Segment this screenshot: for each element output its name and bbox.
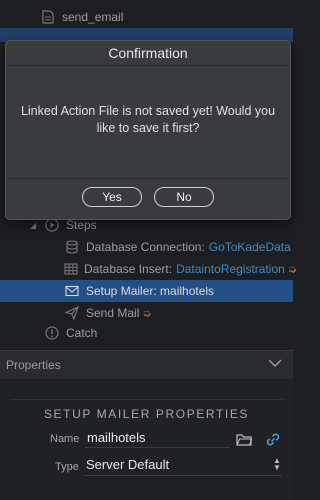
type-select[interactable]: Server Default — [86, 457, 169, 472]
link-icon[interactable] — [265, 432, 281, 450]
properties-panel: SETUP MAILER PROPERTIES Name mailhotels … — [0, 379, 293, 500]
section-divider — [10, 399, 283, 400]
dialog-title: Confirmation — [6, 41, 290, 66]
properties-header[interactable]: Properties — [0, 350, 293, 380]
name-field-underline — [85, 447, 230, 448]
confirmation-dialog: Confirmation Linked Action File is not s… — [5, 40, 291, 220]
folder-icon[interactable] — [236, 433, 253, 449]
no-button[interactable]: No — [154, 187, 214, 207]
chevron-down-icon[interactable] — [267, 357, 283, 372]
dialog-divider — [6, 178, 290, 179]
name-field[interactable]: mailhotels — [87, 430, 146, 445]
select-arrows-icon[interactable]: ▲ ▼ — [273, 457, 281, 472]
type-label: Type — [55, 461, 79, 473]
dialog-message: Linked Action File is not saved yet! Wou… — [20, 104, 276, 135]
type-select-underline — [85, 475, 282, 476]
properties-header-label: Properties — [6, 358, 61, 372]
name-label: Name — [50, 433, 80, 445]
section-title: SETUP MAILER PROPERTIES — [43, 407, 250, 421]
yes-button[interactable]: Yes — [82, 187, 142, 207]
